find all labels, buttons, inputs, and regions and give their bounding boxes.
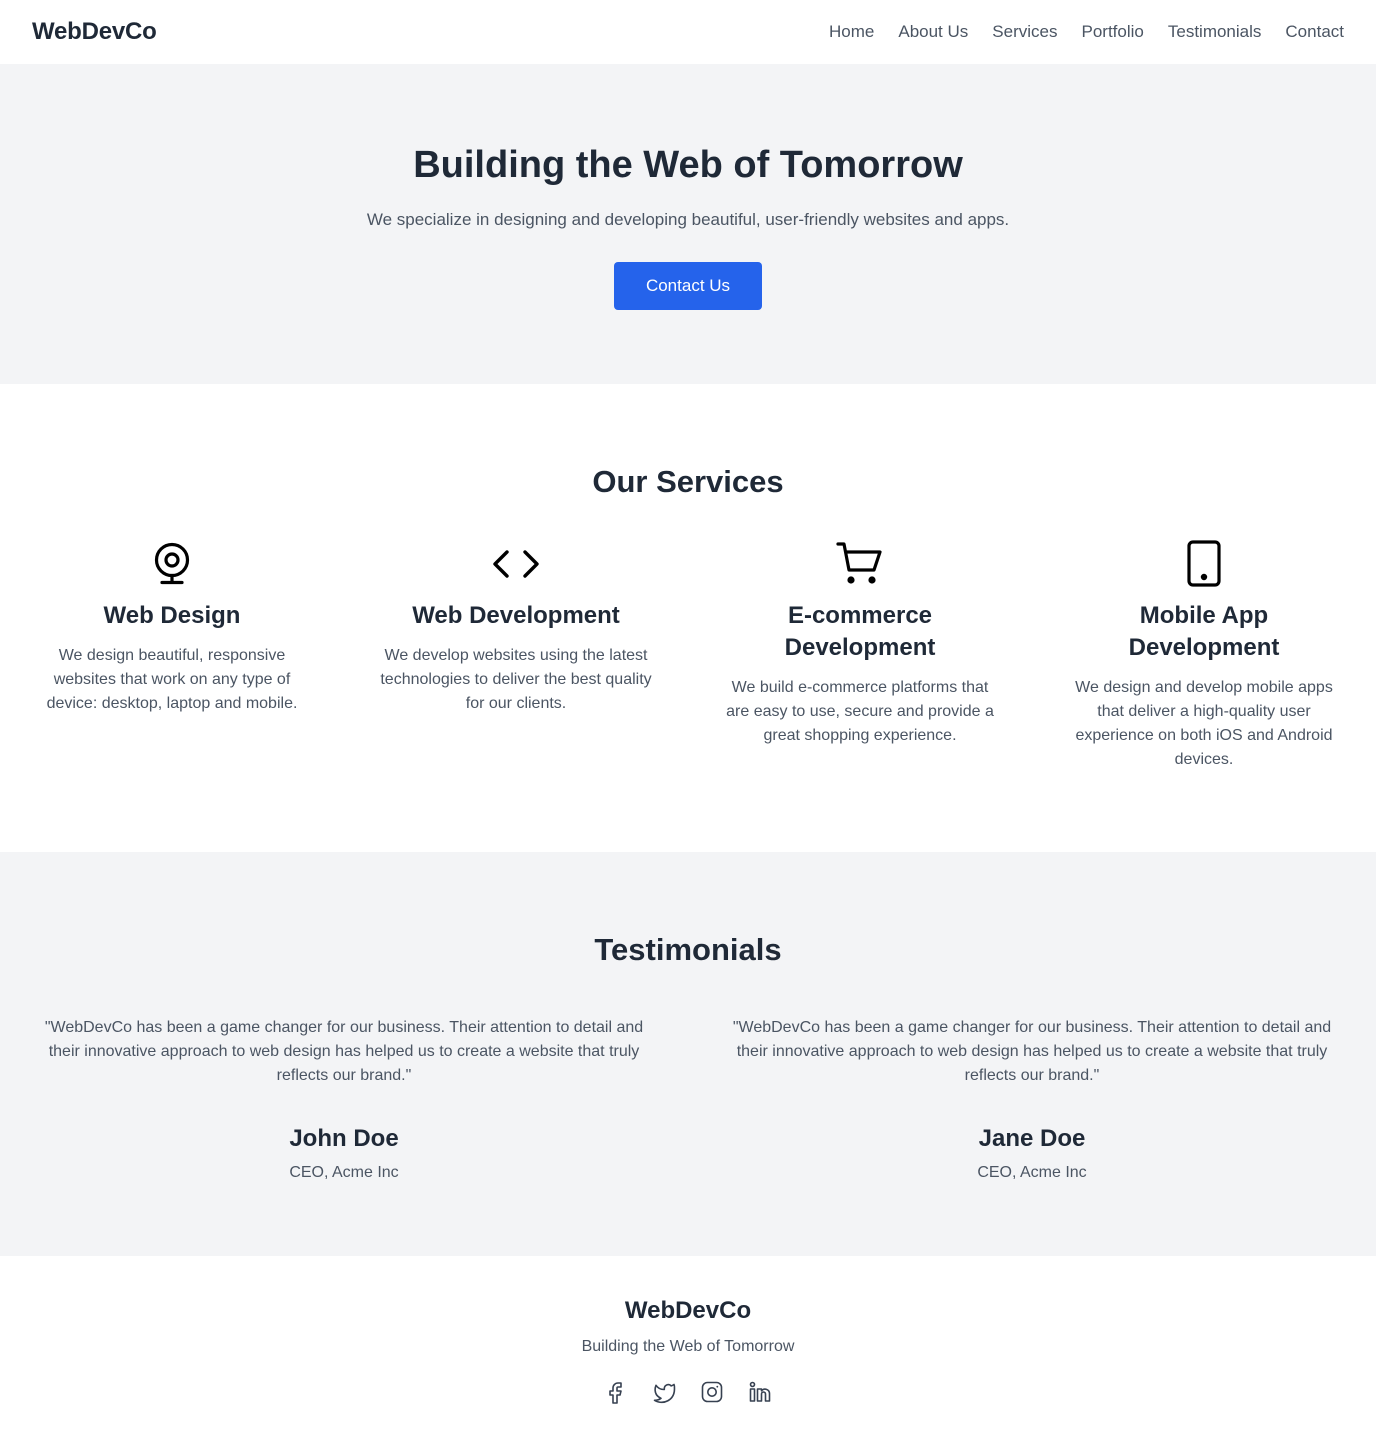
hero-section: Building the Web of Tomorrow We speciali… [0, 64, 1376, 384]
twitter-icon[interactable] [652, 1380, 676, 1404]
webcam-icon [34, 540, 310, 588]
service-card-web-development: Web Development We develop websites usin… [344, 540, 688, 772]
service-title: Web Development [412, 602, 620, 629]
testimonial-name: John Doe [289, 1125, 399, 1152]
mobile-phone-icon [1066, 540, 1342, 588]
testimonials-title: Testimonials [594, 932, 782, 967]
hero-title: Building the Web of Tomorrow [413, 144, 963, 186]
testimonials-section: Testimonials "WebDevCo has been a game c… [0, 852, 1376, 1256]
nav-testimonials[interactable]: Testimonials [1168, 22, 1262, 42]
service-title: E-commerce Development [784, 602, 936, 661]
site-header: WebDevCo Home About Us Services Portfoli… [0, 0, 1376, 64]
services-section: Our Services Web Design We design beauti… [0, 384, 1376, 852]
service-title: Mobile App Development [1128, 602, 1280, 661]
facebook-icon[interactable] [604, 1380, 628, 1404]
linkedin-icon[interactable] [748, 1380, 772, 1404]
service-card-mobile-app: Mobile App Development We design and dev… [1032, 540, 1376, 772]
hero-subtitle: We specialize in designing and developin… [366, 210, 1010, 229]
logo[interactable]: WebDevCo [32, 18, 157, 46]
services-grid: Web Design We design beautiful, responsi… [0, 540, 1376, 772]
service-card-web-design: Web Design We design beautiful, responsi… [0, 540, 344, 772]
nav-services[interactable]: Services [992, 22, 1057, 42]
contact-us-button[interactable]: Contact Us [614, 262, 762, 310]
testimonial-quote: "WebDevCo has been a game changer for ou… [732, 1019, 1332, 1084]
site-footer: WebDevCo Building the Web of Tomorrow [0, 1256, 1376, 1448]
nav-home[interactable]: Home [829, 22, 874, 42]
shopping-cart-icon [722, 540, 998, 588]
service-title: Web Design [103, 602, 241, 629]
social-links [0, 1380, 1376, 1404]
nav-about-us[interactable]: About Us [898, 22, 968, 42]
service-description: We develop websites using the latest tec… [380, 647, 652, 712]
services-title: Our Services [592, 464, 784, 499]
testimonial-role: CEO, Acme Inc [977, 1164, 1087, 1181]
code-icon [378, 540, 654, 588]
testimonial-name: Jane Doe [978, 1125, 1086, 1152]
footer-logo: WebDevCo [624, 1297, 752, 1324]
testimonial-card: "WebDevCo has been a game changer for ou… [688, 1016, 1376, 1182]
nav-contact[interactable]: Contact [1285, 22, 1344, 42]
instagram-icon[interactable] [700, 1380, 724, 1404]
service-card-ecommerce: E-commerce Development We build e-commer… [688, 540, 1032, 772]
testimonials-grid: "WebDevCo has been a game changer for ou… [0, 1016, 1376, 1182]
testimonial-role: CEO, Acme Inc [289, 1164, 399, 1181]
testimonial-card: "WebDevCo has been a game changer for ou… [0, 1016, 688, 1182]
main-nav: Home About Us Services Portfolio Testimo… [829, 22, 1344, 42]
service-description: We design beautiful, responsive websites… [46, 647, 298, 712]
footer-tagline: Building the Web of Tomorrow [581, 1338, 795, 1355]
service-description: We build e-commerce platforms that are e… [726, 679, 994, 744]
testimonial-quote: "WebDevCo has been a game changer for ou… [44, 1019, 644, 1084]
nav-portfolio[interactable]: Portfolio [1081, 22, 1143, 42]
service-description: We design and develop mobile apps that d… [1075, 679, 1333, 768]
